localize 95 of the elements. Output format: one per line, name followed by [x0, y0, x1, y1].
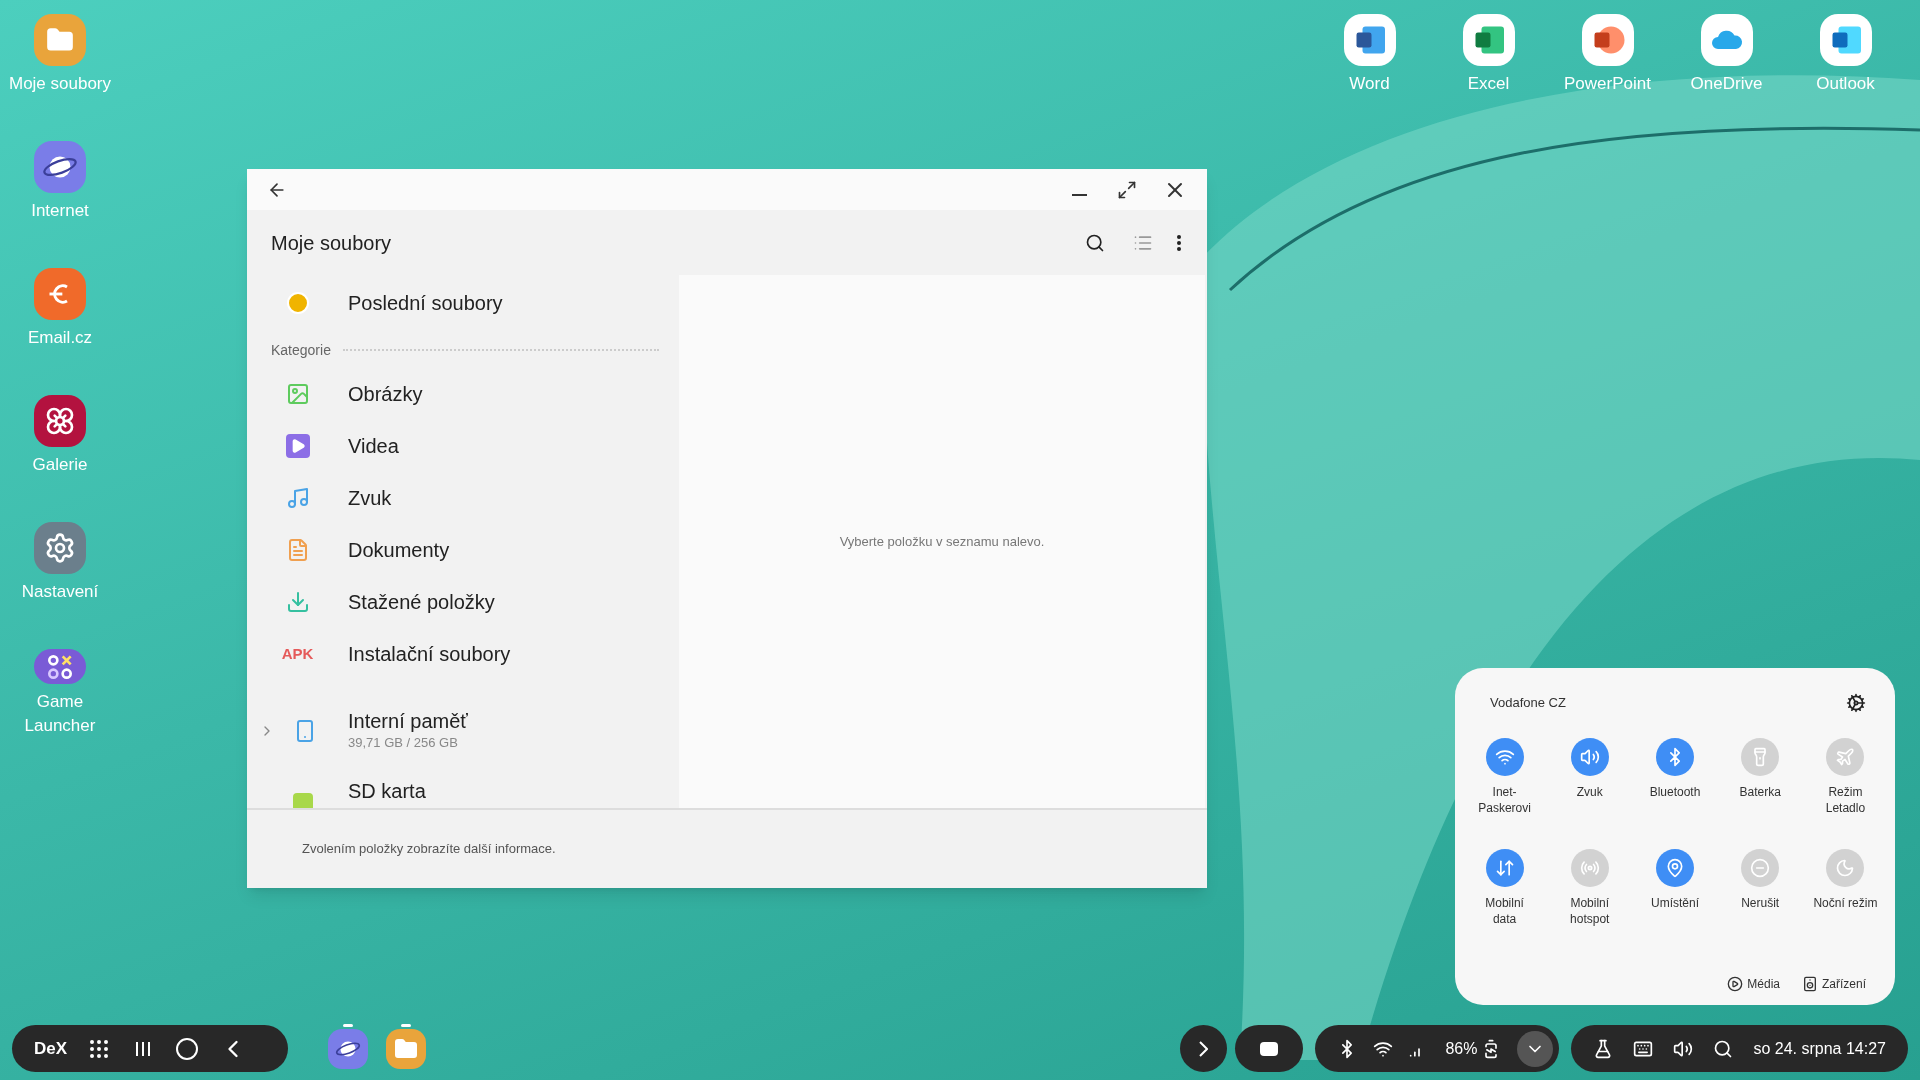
moon-icon	[1835, 858, 1856, 878]
image-icon	[285, 382, 310, 406]
settings-app-icon[interactable]	[34, 522, 86, 574]
category-item[interactable]: Videa	[247, 420, 679, 472]
storage-usage: 39,71 GB / 256 GB	[348, 734, 459, 753]
toggle-label: Mobilní data	[1485, 895, 1524, 927]
dex-mode-button[interactable]	[1235, 1025, 1304, 1072]
volume-icon[interactable]	[1673, 1038, 1694, 1059]
devices-button[interactable]: Zařízení	[1802, 975, 1866, 993]
sound-toggle[interactable]	[1570, 738, 1609, 776]
recent-files-item[interactable]: Poslední soubory	[247, 277, 679, 329]
hotspot-icon	[1579, 858, 1600, 878]
apk-icon: APK	[281, 642, 314, 666]
app-label: Moje soubory	[8, 73, 112, 95]
home-button[interactable]	[175, 1036, 200, 1061]
music-note-icon	[285, 486, 310, 510]
storage-item[interactable]: SD karta	[247, 763, 679, 808]
download-icon	[285, 590, 310, 614]
notifications-button[interactable]	[1517, 1030, 1554, 1067]
files-taskbar-icon[interactable]	[386, 1028, 426, 1069]
location-pin-icon	[1665, 858, 1685, 878]
app-label: Excel	[1467, 73, 1510, 95]
mobile-data-toggle[interactable]	[1485, 849, 1524, 887]
office-app-icon[interactable]	[1819, 14, 1872, 66]
app-label: Game Launcher	[24, 691, 96, 737]
toggle-label: Zvuk	[1576, 784, 1603, 800]
app-label: Internet	[31, 200, 89, 222]
toggle-label: Režim Letadlo	[1825, 784, 1866, 816]
flashlight-toggle[interactable]	[1741, 738, 1780, 776]
maximize-icon	[1117, 179, 1137, 200]
browser-taskbar-icon[interactable]	[328, 1028, 368, 1069]
wifi-toggle[interactable]	[1485, 738, 1524, 776]
sd-card-icon	[293, 793, 313, 808]
game-app-icon[interactable]	[34, 649, 86, 684]
toggle-label: Noční režim	[1813, 895, 1878, 911]
speaker-icon	[1579, 747, 1600, 767]
office-app-icon[interactable]	[1462, 14, 1515, 66]
empty-message: Vyberte položku v seznamu nalevo.	[839, 532, 1045, 551]
minus-circle-icon	[1750, 858, 1771, 878]
search-icon[interactable]	[1713, 1038, 1734, 1059]
toggle-label: Nerušit	[1741, 895, 1780, 911]
category-item[interactable]: Dokumenty	[247, 524, 679, 576]
toggle-label: Mobilní hotspot	[1570, 895, 1610, 927]
app-label: Email.cz	[27, 327, 93, 349]
app-title: Moje soubory	[271, 230, 392, 256]
app-label: Nastavení	[21, 581, 99, 603]
play-icon	[285, 434, 310, 458]
category-item[interactable]: Zvuk	[247, 472, 679, 524]
bluetooth-toggle[interactable]	[1656, 738, 1694, 776]
up-down-arrows-icon	[1494, 858, 1515, 878]
search-icon	[1085, 232, 1105, 253]
folder-icon	[394, 1036, 418, 1061]
do-not-disturb-toggle[interactable]	[1741, 849, 1780, 887]
speaker-device-icon	[1802, 976, 1818, 992]
minimize-icon	[1072, 193, 1087, 196]
location-toggle[interactable]	[1656, 849, 1694, 887]
planet-app-icon[interactable]	[34, 141, 86, 193]
night-mode-toggle[interactable]	[1826, 849, 1865, 887]
dex-button[interactable]: DeX	[34, 1035, 68, 1062]
app-label: Word	[1349, 73, 1390, 95]
office-app-icon[interactable]	[1581, 14, 1634, 66]
category-item[interactable]: APK Instalační soubory	[247, 628, 679, 680]
storage-item[interactable]: Interní paměť 39,71 GB / 256 GB	[247, 701, 679, 761]
app-label: Galerie	[32, 454, 88, 476]
more-options-icon	[1177, 234, 1181, 251]
settings-button[interactable]	[1846, 693, 1866, 713]
toggle-label: Baterka	[1739, 784, 1781, 800]
section-header: Kategorie	[271, 340, 331, 360]
expand-button[interactable]	[1180, 1025, 1228, 1072]
category-item[interactable]: Stažené položky	[247, 576, 679, 628]
toggle-label: Bluetooth	[1649, 784, 1701, 800]
app-label: PowerPoint	[1564, 73, 1651, 95]
office-app-icon[interactable]	[1343, 14, 1396, 66]
battery-percentage: 86%	[1445, 1038, 1478, 1059]
cloud-app-icon[interactable]	[1700, 14, 1753, 66]
home-icon	[175, 1036, 200, 1061]
app-label: OneDrive	[1690, 73, 1763, 95]
airplane-toggle[interactable]	[1826, 738, 1865, 776]
category-item[interactable]: Obrázky	[247, 368, 679, 420]
play-icon	[1727, 976, 1744, 992]
media-button[interactable]: Média	[1727, 975, 1780, 993]
dex-badge-icon	[1260, 1041, 1279, 1056]
date-time[interactable]: so 24. srpna 14:27	[1753, 1036, 1886, 1061]
flower-app-icon[interactable]	[34, 395, 86, 447]
chevron-right-icon	[1199, 1040, 1209, 1057]
wifi-icon	[1494, 747, 1515, 767]
app-label: Outlook	[1816, 73, 1875, 95]
settings-icon	[1846, 693, 1866, 713]
toggle-label: Umístění	[1651, 895, 1699, 911]
network-name: Vodafone CZ	[1490, 694, 1566, 713]
footer-hint: Zvolením položky zobrazíte další informace.	[302, 840, 556, 859]
hotspot-toggle[interactable]	[1570, 849, 1609, 887]
airplane-icon	[1835, 747, 1856, 767]
toggle-label: Inet- Paskerovi	[1478, 784, 1531, 816]
email-app-icon[interactable]	[34, 268, 86, 320]
